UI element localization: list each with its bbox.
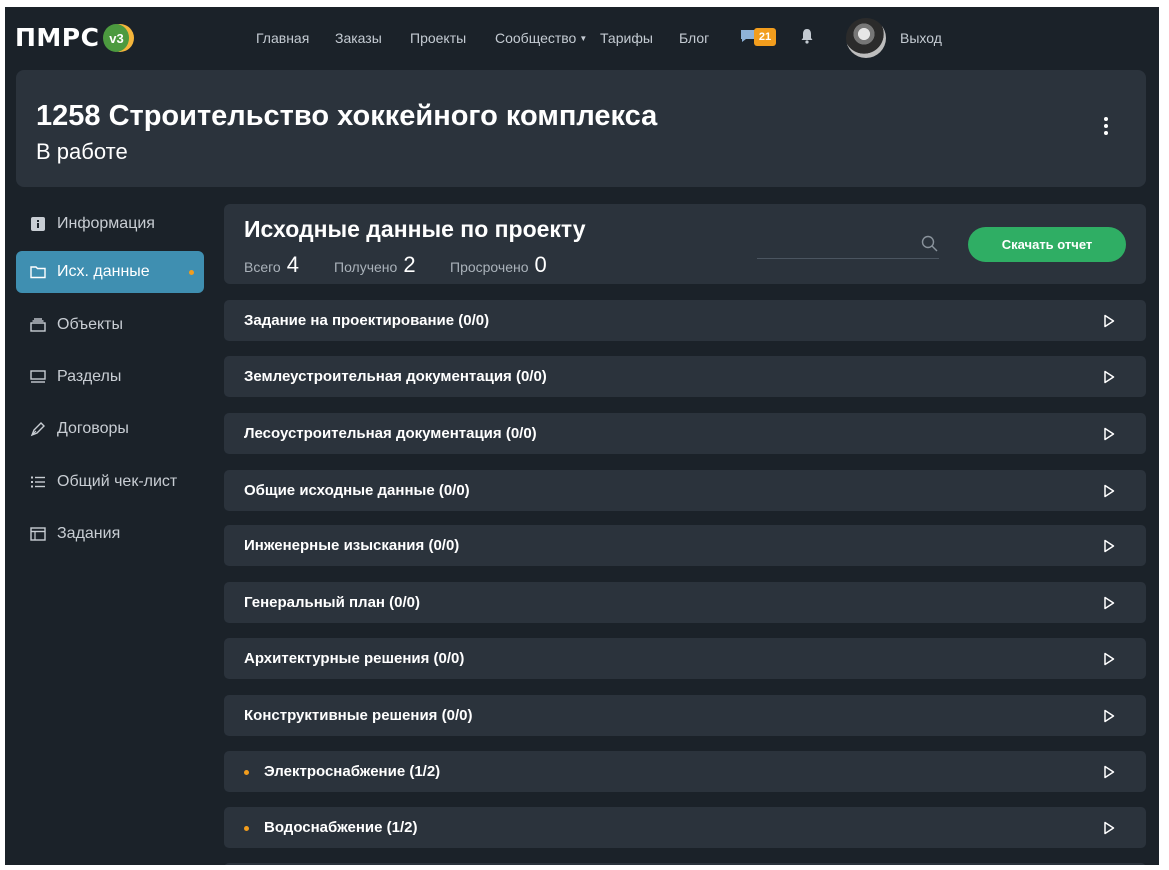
- top-navigation: ПМРС v3 Главная Заказы Проекты Сообществ…: [5, 7, 1159, 69]
- sidebar-item-label: Объекты: [57, 316, 123, 333]
- folder-icon: [30, 264, 46, 280]
- tasks-icon: [30, 526, 46, 542]
- stat-total-value: 4: [286, 252, 299, 277]
- nav-item-community[interactable]: Сообщество ▼: [495, 29, 587, 48]
- initial-data-header: Исходные данные по проекту Всего 4 Получе…: [224, 204, 1146, 284]
- stat-total: Всего 4: [244, 253, 299, 280]
- expand-arrow-icon[interactable]: [1103, 427, 1115, 441]
- stat-overdue-value: 0: [534, 252, 547, 277]
- download-report-button[interactable]: Скачать отчет: [968, 227, 1126, 262]
- list-item-label: Лесоустроительная документация (0/0): [244, 425, 537, 442]
- list-item[interactable]: Водоснабжение (1/2): [224, 807, 1146, 848]
- sidebar-item-initial-data[interactable]: Исх. данные: [16, 251, 204, 293]
- sidebar-item-label: Информация: [57, 215, 155, 232]
- project-status: В работе: [36, 139, 128, 164]
- list-item[interactable]: Инженерные изыскания (0/0): [224, 525, 1146, 566]
- logo-text: ПМРС: [15, 23, 100, 52]
- search-underline: [757, 258, 939, 259]
- list-item[interactable]: Землеустроительная документация (0/0): [224, 356, 1146, 397]
- nav-item-community-label: Сообщество: [495, 30, 577, 46]
- stat-overdue: Просрочено 0: [450, 253, 547, 280]
- sidebar-item-label: Договоры: [57, 420, 129, 437]
- checklist-icon: [30, 474, 46, 490]
- sidebar-item-label: Задания: [57, 525, 121, 542]
- expand-arrow-icon[interactable]: [1103, 652, 1115, 666]
- info-icon: [30, 216, 46, 232]
- section-title: Исходные данные по проекту: [244, 216, 586, 242]
- avatar[interactable]: [846, 18, 886, 58]
- stat-received: Получено 2: [334, 253, 416, 280]
- stat-received-label: Получено: [334, 259, 398, 275]
- list-item[interactable]: Конструктивные решения (0/0): [224, 695, 1146, 736]
- messages-count-badge: 21: [754, 28, 776, 46]
- sidebar-item-checklist[interactable]: Общий чек-лист: [16, 461, 204, 503]
- list-item-label: Общие исходные данные (0/0): [244, 482, 470, 499]
- expand-arrow-icon[interactable]: [1103, 765, 1115, 779]
- list-item-label: Задание на проектирование (0/0): [244, 312, 490, 329]
- list-item-label: Водоснабжение (1/2): [264, 819, 418, 836]
- sidebar-item-label: Исх. данные: [57, 263, 150, 280]
- list-item[interactable]: Электроснабжение (1/2): [224, 751, 1146, 792]
- expand-arrow-icon[interactable]: [1103, 539, 1115, 553]
- sections-icon: [30, 369, 46, 385]
- expand-arrow-icon[interactable]: [1103, 370, 1115, 384]
- objects-icon: [30, 317, 46, 333]
- sidebar-item-objects[interactable]: Объекты: [16, 304, 204, 346]
- nav-item-tariffs[interactable]: Тарифы: [600, 29, 653, 47]
- status-dot: [244, 826, 249, 831]
- status-dot: [244, 770, 249, 775]
- search-icon[interactable]: [921, 235, 938, 252]
- list-item-label: Инженерные изыскания (0/0): [244, 537, 460, 554]
- expand-arrow-icon[interactable]: [1103, 709, 1115, 723]
- bell-icon[interactable]: [800, 28, 814, 44]
- logo[interactable]: ПМРС v3: [15, 23, 135, 53]
- sidebar-item-label: Общий чек-лист: [57, 473, 178, 490]
- list-item-label: Землеустроительная документация (0/0): [244, 368, 547, 385]
- logout-link[interactable]: Выход: [900, 29, 942, 47]
- project-title: 1258 Строительство хоккейного комплекса: [36, 100, 658, 132]
- nav-item-blog[interactable]: Блог: [679, 29, 709, 47]
- stat-total-label: Всего: [244, 259, 281, 275]
- list-item-label: Конструктивные решения (0/0): [244, 707, 473, 724]
- notification-dot: [189, 270, 194, 275]
- sidebar-item-information[interactable]: Информация: [16, 203, 204, 245]
- version-badge: v3: [103, 24, 135, 52]
- pen-icon: [30, 421, 46, 437]
- expand-arrow-icon[interactable]: [1103, 314, 1115, 328]
- list-item-label: Электроснабжение (1/2): [264, 763, 441, 780]
- stat-received-value: 2: [403, 252, 416, 277]
- sidebar-item-contracts[interactable]: Договоры: [16, 408, 204, 450]
- list-item-label: Генеральный план (0/0): [244, 594, 421, 611]
- more-options-icon[interactable]: [1100, 117, 1112, 141]
- list-item[interactable]: Архитектурные решения (0/0): [224, 638, 1146, 679]
- sidebar-item-sections[interactable]: Разделы: [16, 356, 204, 398]
- chevron-down-icon: ▼: [579, 34, 588, 44]
- nav-item-orders[interactable]: Заказы: [335, 29, 382, 47]
- list-item-label: Архитектурные решения (0/0): [244, 650, 465, 667]
- list-item[interactable]: Лесоустроительная документация (0/0): [224, 413, 1146, 454]
- project-header: 1258 Строительство хоккейного комплекса …: [16, 70, 1146, 187]
- list-item-partial[interactable]: [224, 863, 1146, 865]
- sidebar-item-tasks[interactable]: Задания: [16, 513, 204, 555]
- nav-item-home[interactable]: Главная: [256, 29, 309, 47]
- nav-item-projects[interactable]: Проекты: [410, 29, 466, 47]
- list-item[interactable]: Общие исходные данные (0/0): [224, 470, 1146, 511]
- list-item[interactable]: Генеральный план (0/0): [224, 582, 1146, 623]
- expand-arrow-icon[interactable]: [1103, 484, 1115, 498]
- app-window: ПМРС v3 Главная Заказы Проекты Сообществ…: [5, 7, 1159, 865]
- expand-arrow-icon[interactable]: [1103, 821, 1115, 835]
- list-item[interactable]: Задание на проектирование (0/0): [224, 300, 1146, 341]
- search-input[interactable]: [757, 232, 917, 256]
- expand-arrow-icon[interactable]: [1103, 596, 1115, 610]
- sidebar-item-label: Разделы: [57, 368, 122, 385]
- stat-overdue-label: Просрочено: [450, 259, 529, 275]
